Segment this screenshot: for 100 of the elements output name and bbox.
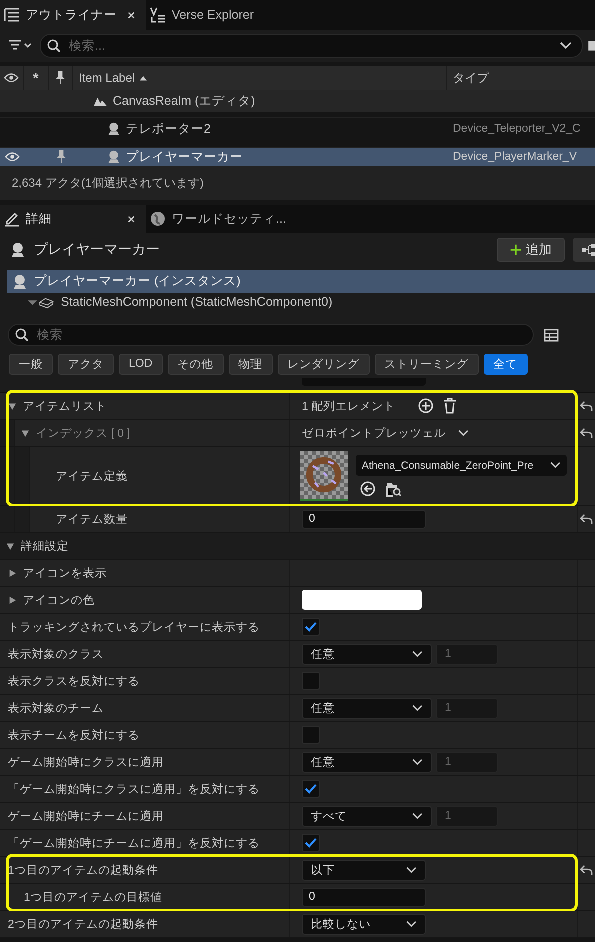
- reset-icon[interactable]: [580, 514, 593, 524]
- chevron-down-icon: [406, 866, 417, 874]
- panel-tab[interactable]: 詳細: [0, 205, 146, 233]
- close-icon[interactable]: [127, 214, 136, 224]
- table-icon[interactable]: [544, 328, 559, 342]
- category-filter[interactable]: ストリーミング: [374, 354, 479, 374]
- number-field[interactable]: 0: [302, 510, 426, 528]
- color-swatch[interactable]: [302, 590, 422, 610]
- category-filter[interactable]: アクタ: [58, 354, 114, 374]
- expand-arrow-icon[interactable]: [8, 596, 17, 604]
- checkbox[interactable]: [302, 834, 320, 852]
- outliner-row[interactable]: CanvasRealm (エディタ): [0, 90, 595, 112]
- checkbox[interactable]: [302, 780, 320, 798]
- property-label: インデックス [ 0 ]: [36, 426, 130, 440]
- chevron-down-icon: [406, 920, 417, 928]
- device-icon: [107, 150, 121, 164]
- realm-icon: [93, 96, 108, 106]
- property-label: アイテム数量: [56, 512, 128, 526]
- add-button[interactable]: 追加: [497, 238, 565, 262]
- property-label: ゲーム開始時にクラスに適用: [8, 755, 164, 770]
- panel-tab[interactable]: ワールドセッティ...: [146, 205, 296, 233]
- mesh-icon: [27, 296, 55, 308]
- dropdown[interactable]: 任意: [302, 752, 432, 772]
- column-header[interactable]: *: [33, 70, 39, 86]
- category-filter[interactable]: 一般: [9, 354, 53, 374]
- search-field[interactable]: 検索...: [40, 34, 583, 58]
- hierarchy-button[interactable]: [573, 238, 595, 262]
- property-label: 「ゲーム開始時にチームに適用」を反対にする: [8, 836, 260, 850]
- item-dropdown[interactable]: ゼロポイントプレッツェル: [302, 422, 469, 444]
- expand-arrow-icon[interactable]: [8, 568, 17, 578]
- browse-folder-icon[interactable]: [386, 481, 402, 497]
- search-icon: [15, 328, 29, 342]
- add-folder-icon[interactable]: [587, 38, 595, 54]
- dropdown[interactable]: 任意: [302, 644, 432, 664]
- reset-icon[interactable]: [580, 428, 593, 438]
- search-field[interactable]: 検索: [8, 324, 534, 346]
- checkbox[interactable]: [302, 672, 320, 690]
- component-item[interactable]: プレイヤーマーカー (インスタンス): [7, 270, 595, 293]
- checkbox[interactable]: [302, 618, 320, 636]
- property-label: アイテム定義: [56, 470, 128, 484]
- chevron-down-icon: [412, 758, 423, 766]
- category-label: 詳細設定: [21, 540, 69, 554]
- dropdown[interactable]: 以下: [302, 860, 426, 880]
- reset-icon[interactable]: [580, 400, 593, 412]
- search-icon: [47, 39, 61, 53]
- pin-icon: [56, 71, 65, 85]
- device-icon: [107, 122, 121, 136]
- actor-label: CanvasRealm (エディタ): [113, 92, 256, 110]
- asset-dropdown[interactable]: Athena_Consumable_ZeroPoint_Pre: [356, 455, 567, 476]
- category-filter[interactable]: 全て: [484, 354, 528, 374]
- number-field[interactable]: 0: [302, 888, 426, 906]
- chevron-down-icon: [412, 704, 423, 712]
- property-label: 表示対象のクラス: [8, 647, 104, 662]
- category-filter[interactable]: LOD: [119, 354, 163, 374]
- category-filter[interactable]: その他: [168, 354, 224, 374]
- outliner-row[interactable]: プレイヤーマーカー Device_PlayerMarker_V: [0, 148, 595, 166]
- column-header[interactable]: Item Label: [79, 71, 136, 85]
- component-item[interactable]: StaticMeshComponent (StaticMeshComponent0): [7, 293, 595, 311]
- verse-icon: [150, 7, 166, 23]
- dropdown[interactable]: 任意: [302, 698, 432, 718]
- filter-dropdown-icon[interactable]: [8, 40, 34, 52]
- actor-count: 2,634 アクタ(1個選択されています): [12, 174, 204, 192]
- item-thumbnail: [300, 451, 348, 501]
- category-filter[interactable]: 物理: [228, 354, 273, 374]
- actor-type: Device_Teleporter_V2_C: [453, 123, 581, 135]
- expand-arrow-icon[interactable]: [6, 542, 15, 550]
- delete-icon[interactable]: [442, 398, 458, 414]
- dropdown[interactable]: すべて: [302, 806, 432, 826]
- sort-icon: [140, 76, 148, 80]
- actor-type: Device_PlayerMarker_V: [453, 151, 577, 163]
- property-label: 1つ目のアイテムの目標値: [24, 890, 162, 904]
- visibility-icon[interactable]: [4, 152, 20, 162]
- category-filter[interactable]: レンダリング: [278, 354, 370, 374]
- actor-label: テレポーター2: [126, 120, 211, 138]
- chevron-down-icon: [412, 650, 423, 658]
- expand-arrow-icon[interactable]: [21, 428, 30, 438]
- pencil-icon: [4, 211, 20, 227]
- use-selected-icon[interactable]: [360, 481, 376, 497]
- plus-icon: [510, 244, 522, 256]
- close-icon[interactable]: [127, 10, 136, 20]
- chevron-down-icon: [412, 812, 423, 820]
- chevron-down-icon[interactable]: [560, 42, 572, 50]
- column-header[interactable]: タイプ: [453, 70, 489, 86]
- expand-arrow-icon[interactable]: [8, 402, 17, 410]
- pin-icon[interactable]: [56, 150, 66, 164]
- globe-icon: [150, 211, 166, 227]
- property-label: 2つ目のアイテムの起動条件: [8, 918, 158, 932]
- panel-tab[interactable]: Verse Explorer: [146, 0, 264, 30]
- chevron-down-icon: [550, 462, 561, 469]
- panel-tab[interactable]: アウトライナー: [0, 0, 146, 30]
- property-label: トラッキングされているプレイヤーに表示する: [8, 620, 260, 634]
- add-icon[interactable]: [418, 398, 434, 414]
- reset-icon[interactable]: [580, 864, 593, 876]
- property-label: 表示チームを反対にする: [8, 728, 140, 742]
- device-icon: [10, 242, 26, 258]
- actor-name: プレイヤーマーカー: [34, 241, 161, 259]
- dropdown[interactable]: 比較しない: [302, 914, 426, 934]
- checkbox[interactable]: [302, 726, 320, 744]
- chevron-down-icon: [458, 430, 469, 436]
- property-label: 「ゲーム開始時にクラスに適用」を反対にする: [8, 782, 260, 796]
